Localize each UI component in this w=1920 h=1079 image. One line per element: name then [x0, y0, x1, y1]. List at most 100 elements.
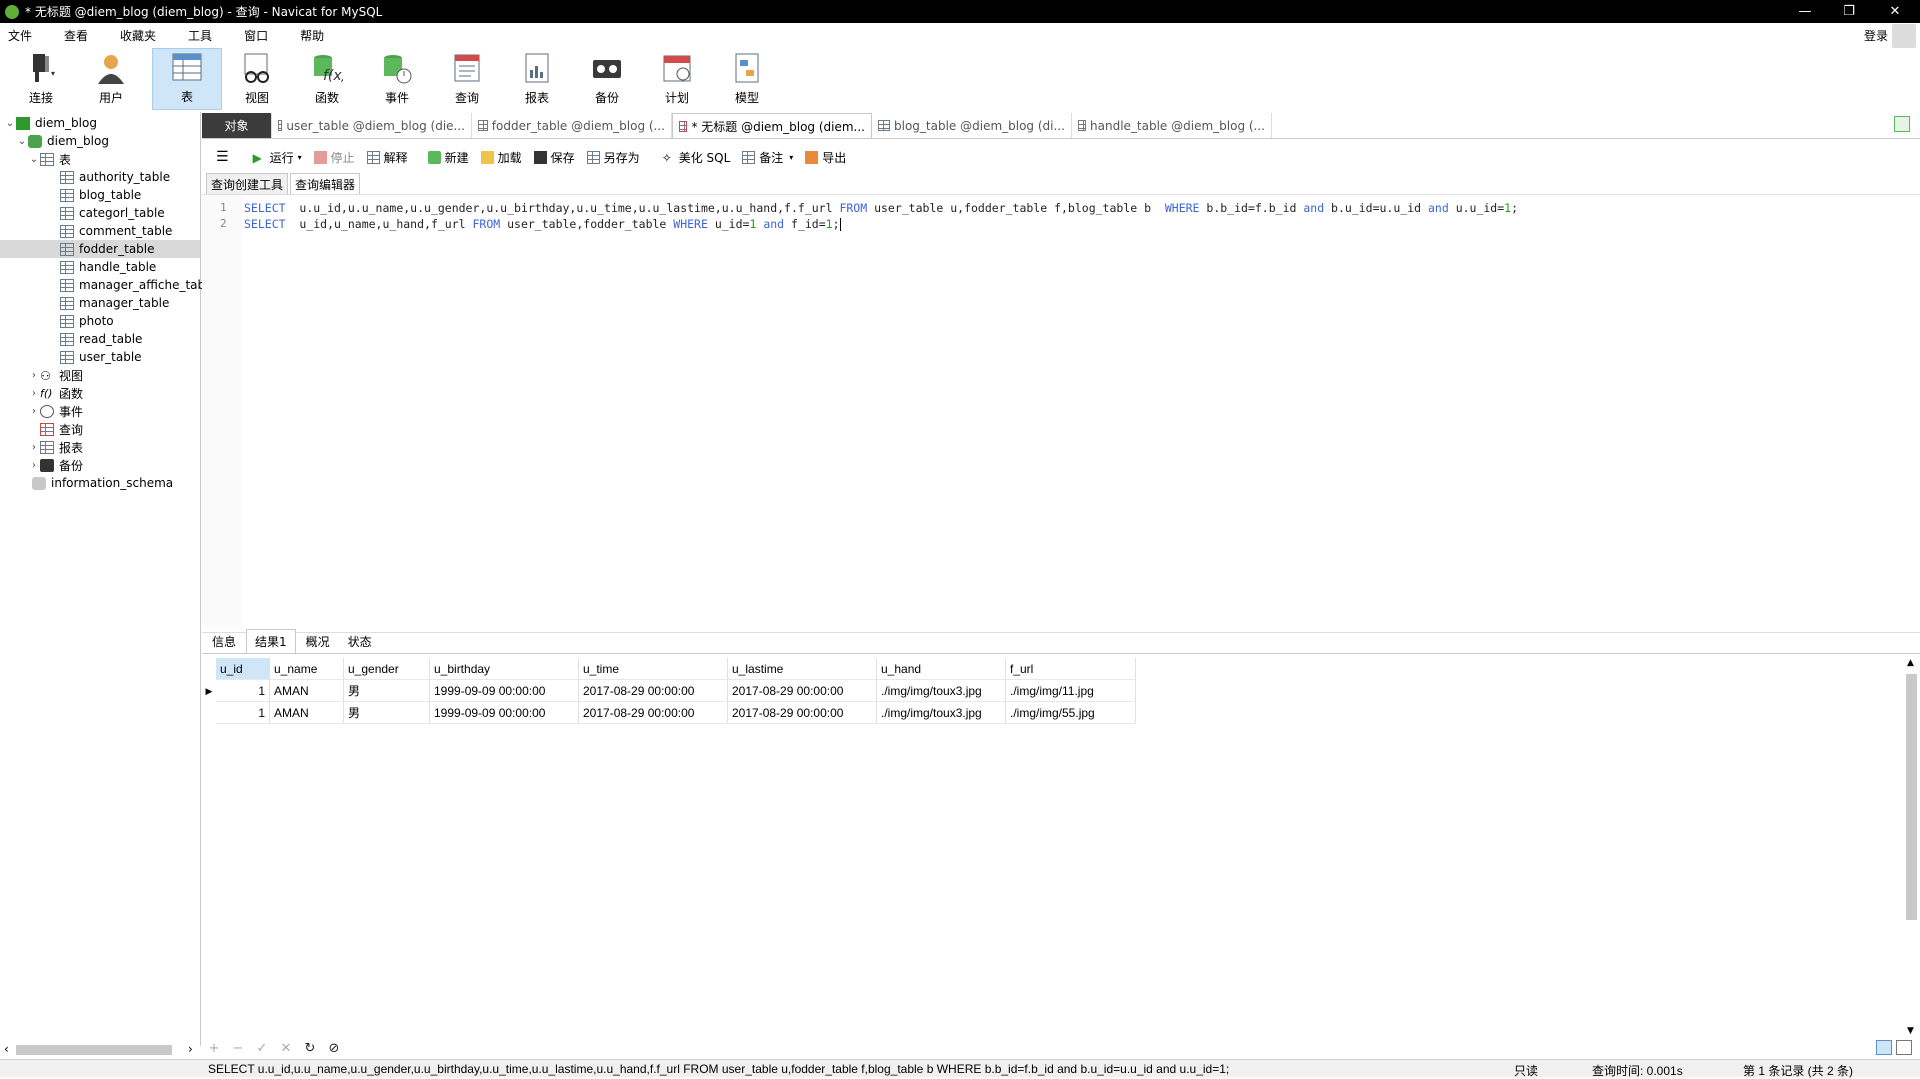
form-view-icon[interactable] [1896, 1040, 1912, 1055]
tab-profile[interactable]: 概况 [298, 630, 338, 653]
tree-table-item-selected[interactable]: fodder_table [0, 240, 200, 258]
sql-editor[interactable]: 1 2 SELECT u.u_id,u.u_name,u.u_gender,u.… [202, 194, 1920, 627]
discard-button[interactable]: ✕ [274, 1041, 298, 1056]
menu-favorites[interactable]: 收藏夹 [112, 27, 168, 44]
query-button[interactable]: 查询 [432, 48, 502, 110]
result-scrollbar[interactable]: ▲ ▼ [1903, 658, 1920, 1036]
tree-table-item[interactable]: manager_affiche_tab [60, 276, 205, 294]
tab-result1[interactable]: 结果1 [246, 629, 296, 653]
chevron-down-icon[interactable]: ⌄ [4, 118, 16, 129]
chevron-right-icon[interactable]: › [28, 388, 40, 399]
chevron-right-icon[interactable]: › [28, 442, 40, 453]
chevron-down-icon[interactable]: ▾ [789, 153, 793, 162]
grid-cell[interactable]: 男 [344, 702, 430, 724]
tree-functions-group[interactable]: › f() 函数 [28, 384, 83, 402]
tab-user-table[interactable]: user_table @diem_blog (die... [272, 113, 472, 138]
scroll-right-icon[interactable]: › [188, 1042, 193, 1056]
tree-table-item[interactable]: categorl_table [60, 204, 165, 222]
chevron-right-icon[interactable]: › [28, 460, 40, 471]
note-button[interactable]: 备注 ▾ [742, 149, 793, 166]
tab-blog-table[interactable]: blog_table @diem_blog (di... [872, 113, 1072, 138]
hamburger-menu-icon[interactable]: ☰ [216, 149, 229, 165]
grid-view-icon[interactable] [1876, 1040, 1892, 1055]
delete-row-button[interactable]: − [226, 1041, 250, 1056]
scroll-left-icon[interactable]: ‹ [4, 1042, 9, 1056]
sidebar-scrollbar[interactable]: ‹ › [0, 1041, 201, 1059]
user-button[interactable]: 用户 [76, 48, 146, 110]
refresh-button[interactable]: ↻ [298, 1041, 322, 1056]
scroll-up-icon[interactable]: ▲ [1907, 658, 1914, 668]
column-header[interactable]: u_name [270, 658, 344, 680]
run-button[interactable]: ▶ 运行 ▾ [253, 149, 302, 166]
chevron-down-icon[interactable]: ⌄ [16, 136, 28, 147]
column-header[interactable]: u_id [216, 658, 270, 680]
menu-help[interactable]: 帮助 [292, 27, 336, 44]
tree-table-item[interactable]: authority_table [60, 168, 170, 186]
minimize-button[interactable]: — [1782, 0, 1828, 23]
beautify-sql-button[interactable]: ✧ 美化 SQL [662, 149, 731, 166]
stop-query-button[interactable]: ⊘ [322, 1041, 346, 1056]
event-button[interactable]: 事件 [362, 48, 432, 110]
tree-queries-group[interactable]: 查询 [40, 420, 83, 438]
tab-handle-table[interactable]: handle_table @diem_blog (... [1072, 113, 1272, 138]
column-header[interactable]: f_url [1006, 658, 1136, 680]
code-line-1[interactable]: SELECT u.u_id,u.u_name,u.u_gender,u.u_bi… [244, 201, 1518, 215]
scroll-thumb[interactable] [16, 1045, 172, 1055]
apply-button[interactable]: ✓ [250, 1041, 274, 1056]
menu-file[interactable]: 文件 [0, 27, 44, 44]
restore-button[interactable]: ❐ [1826, 0, 1872, 23]
scroll-down-icon[interactable]: ▼ [1907, 1026, 1914, 1036]
tree-table-item[interactable]: photo [60, 312, 114, 330]
grid-cell[interactable]: 2017-08-29 00:00:00 [728, 680, 877, 702]
chevron-right-icon[interactable]: › [28, 370, 40, 381]
close-button[interactable]: ✕ [1872, 0, 1918, 23]
save-button[interactable]: 保存 [533, 149, 575, 166]
column-header[interactable]: u_hand [877, 658, 1006, 680]
chevron-down-icon[interactable]: ▾ [298, 153, 302, 162]
avatar[interactable] [1892, 24, 1916, 48]
login-link[interactable]: 登录 [1864, 27, 1888, 44]
explain-button[interactable]: 解释 [366, 149, 408, 166]
tree-reports-group[interactable]: › 报表 [28, 438, 83, 456]
new-tab-icon[interactable] [1894, 116, 1910, 132]
tree-table-item[interactable]: read_table [60, 330, 142, 348]
report-button[interactable]: 报表 [502, 48, 572, 110]
column-header[interactable]: u_gender [344, 658, 430, 680]
backup-button[interactable]: 备份 [572, 48, 642, 110]
load-button[interactable]: 加载 [480, 149, 522, 166]
model-button[interactable]: 模型 [712, 48, 782, 110]
tree-database[interactable]: ⌄ diem_blog [16, 132, 109, 150]
grid-cell[interactable]: AMAN [270, 702, 344, 724]
tree-views-group[interactable]: › ⚇ 视图 [28, 366, 83, 384]
tab-status[interactable]: 状态 [340, 630, 380, 653]
grid-cell[interactable]: 1 [216, 680, 270, 702]
grid-cell[interactable]: 1999-09-09 00:00:00 [430, 680, 579, 702]
tab-query-editor[interactable]: 查询编辑器 [290, 173, 361, 194]
grid-cell[interactable]: 2017-08-29 00:00:00 [579, 702, 728, 724]
tab-fodder-table[interactable]: fodder_table @diem_blog (... [472, 113, 672, 138]
code-line-2[interactable]: SELECT u_id,u_name,u_hand,f_url FROM use… [244, 217, 841, 231]
grid-cell[interactable]: ./img/img/11.jpg [1006, 680, 1136, 702]
tab-info[interactable]: 信息 [204, 630, 244, 653]
menu-tools[interactable]: 工具 [180, 27, 224, 44]
tree-table-item[interactable]: blog_table [60, 186, 141, 204]
add-row-button[interactable]: + [202, 1041, 226, 1056]
schedule-button[interactable]: 计划 [642, 48, 712, 110]
tree-table-item[interactable]: user_table [60, 348, 142, 366]
tree-connection[interactable]: ⌄ diem_blog [4, 114, 97, 132]
grid-cell[interactable]: ./img/img/toux3.jpg [877, 680, 1006, 702]
tree-other-database[interactable]: information_schema [32, 474, 173, 492]
scroll-thumb[interactable] [1906, 674, 1917, 920]
menu-window[interactable]: 窗口 [236, 27, 280, 44]
tree-backups-group[interactable]: › 备份 [28, 456, 83, 474]
tab-untitled-query[interactable]: * 无标题 @diem_blog (diem... [672, 113, 872, 138]
column-header[interactable]: u_lastime [728, 658, 877, 680]
export-button[interactable]: 导出 [805, 149, 846, 166]
tab-query-builder[interactable]: 查询创建工具 [206, 173, 289, 194]
tree-events-group[interactable]: › 事件 [28, 402, 83, 420]
tree-tables-group[interactable]: ⌄ 表 [28, 150, 71, 168]
tab-objects[interactable]: 对象 [202, 113, 272, 138]
stop-button[interactable]: 停止 [313, 149, 355, 166]
table-row[interactable]: 1 AMAN 男 1999-09-09 00:00:00 2017-08-29 … [202, 702, 1136, 724]
grid-cell[interactable]: 男 [344, 680, 430, 702]
